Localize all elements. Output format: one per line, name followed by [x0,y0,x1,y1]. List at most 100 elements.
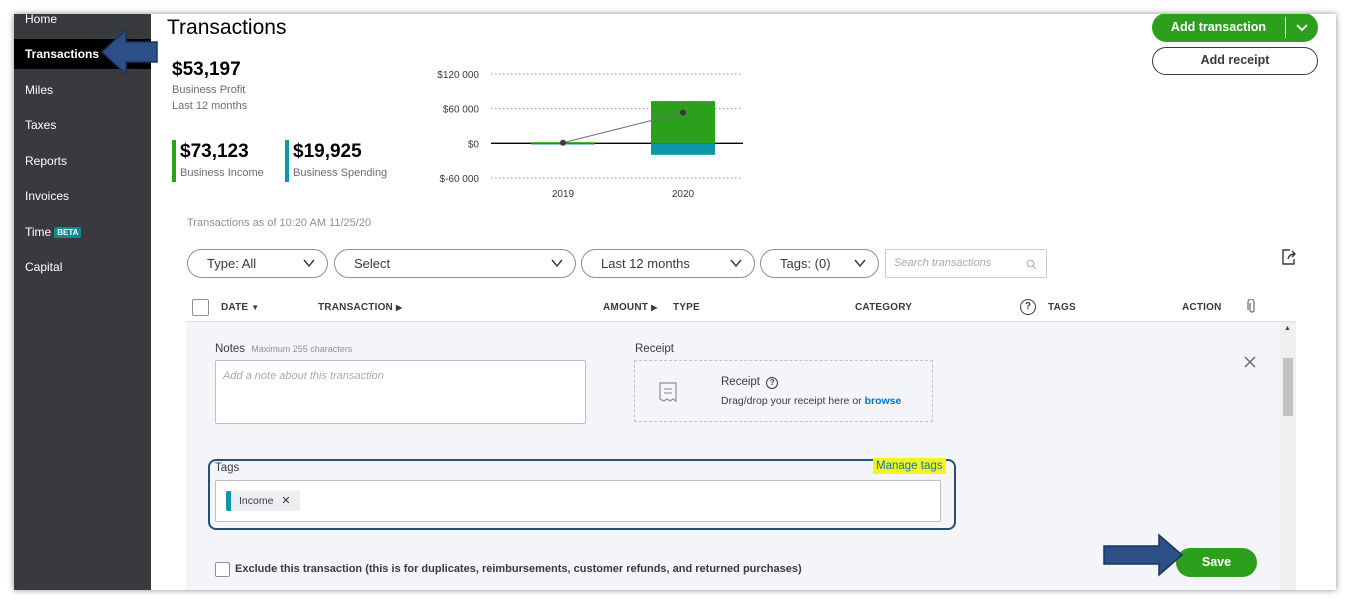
add-receipt-button[interactable]: Add receipt [1152,47,1318,75]
date-column-header[interactable]: DATE ▼ [221,302,259,313]
transaction-header-label: TRANSACTION [318,302,393,313]
amount-header-label: AMOUNT [603,302,649,313]
tags-label: Tags [215,462,240,474]
chevron-down-icon [1296,24,1308,32]
sidebar-item-label: Invoices [25,189,70,203]
type-filter-value: Type: All [207,256,257,271]
sort-right-icon: ▶ [651,303,658,312]
chevron-down-icon [730,259,742,268]
sidebar-item-label: Miles [25,83,54,97]
amount-column-header[interactable]: AMOUNT ▶ [603,302,657,313]
tags-input[interactable]: Income ✕ [215,480,941,522]
annotation-arrow-right-icon [1103,533,1184,577]
sidebar-item-label: Time [25,225,52,239]
sidebar-item-label: Taxes [25,118,57,132]
notes-placeholder: Add a note about this transaction [223,370,384,382]
spending-bar [651,143,715,155]
scrollbar-thumb[interactable] [1283,358,1293,416]
browse-link[interactable]: browse [865,395,902,407]
receipt-dropzone[interactable]: Receipt ? Drag/drop your receipt here or… [634,360,933,422]
add-transaction-dropdown[interactable] [1286,14,1318,42]
receipt-help: Drag/drop your receipt here or [721,395,862,407]
add-transaction-button[interactable]: Add transaction [1152,14,1318,42]
add-transaction-label: Add transaction [1170,20,1267,34]
sidebar-item-capital[interactable]: Capital [14,252,151,282]
search-icon [1026,259,1037,270]
receipt-title: Receipt ? [721,376,779,389]
profit-period: Last 12 months [172,100,248,112]
receipt-help-text: Drag/drop your receipt here or browse [721,395,901,407]
paperclip-icon [1247,299,1255,313]
y-tick-label: $120 000 [437,70,479,81]
tag-chip-label: Income [239,495,274,507]
close-icon[interactable] [1243,355,1257,369]
income-bar [651,101,715,144]
profit-value: $53,197 [172,59,241,80]
sort-right-icon: ▶ [395,303,403,312]
select-filter-dropdown[interactable]: Select [334,249,576,278]
sidebar-item-invoices[interactable]: Invoices [14,181,151,211]
profit-label: Business Profit [172,84,246,96]
chevron-down-icon [303,259,315,268]
profit-point [680,109,686,116]
beta-badge: BETA [54,227,82,239]
tag-chip: Income ✕ [226,491,300,511]
scrollbar[interactable]: ▲ [1280,322,1296,590]
search-transactions-input[interactable]: Search transactions [885,249,1047,278]
type-filter-dropdown[interactable]: Type: All [187,249,328,278]
y-tick-label: $-60 000 [440,174,480,185]
income-value: $73,123 [180,141,249,162]
transaction-column-header[interactable]: TRANSACTION ▶ [318,302,402,313]
receipt-title-text: Receipt [721,376,760,388]
receipt-icon [659,382,677,403]
sidebar: Home Transactions Miles Taxes Reports In… [14,14,151,590]
help-icon[interactable]: ? [1020,299,1036,315]
receipt-label: Receipt [635,343,674,355]
select-all-checkbox[interactable] [192,299,209,316]
notes-hint: Maximum 255 characters [251,344,353,354]
remove-tag-icon[interactable]: ✕ [281,495,290,507]
sidebar-item-time[interactable]: Time BETA [14,217,151,247]
action-column-header: ACTION [1182,302,1222,313]
notes-textarea[interactable]: Add a note about this transaction [215,360,586,424]
as-of-text: Transactions as of 10:20 AM 11/25/20 [187,217,372,229]
save-button[interactable]: Save [1176,548,1257,577]
spending-value: $19,925 [293,141,362,162]
chevron-down-icon [854,259,866,268]
income-label: Business Income [180,167,264,179]
x-tick-label: 2019 [552,189,575,200]
tags-filter-dropdown[interactable]: Tags: (0) [760,249,879,278]
tags-filter-value: Tags: (0) [780,256,831,271]
exclude-checkbox[interactable] [215,562,230,577]
date-header-label: DATE [221,302,249,313]
notes-label-text: Notes [215,343,246,355]
sort-down-icon: ▼ [251,303,260,312]
profit-point [560,139,566,146]
export-icon[interactable] [1280,248,1298,266]
sidebar-item-taxes[interactable]: Taxes [14,110,151,140]
sidebar-item-miles[interactable]: Miles [14,75,151,105]
period-filter-value: Last 12 months [601,256,690,271]
sidebar-item-label: Capital [25,260,63,274]
tag-chip-color [226,491,231,511]
manage-tags-link[interactable]: Manage tags [873,458,946,474]
income-color-bar [172,140,176,182]
period-filter-dropdown[interactable]: Last 12 months [581,249,755,278]
x-tick-label: 2020 [672,189,695,200]
scroll-up-icon[interactable]: ▲ [1284,325,1291,332]
help-icon[interactable]: ? [766,377,779,389]
y-tick-label: $0 [468,139,480,150]
notes-label: Notes Maximum 255 characters [215,343,352,355]
category-column-header[interactable]: CATEGORY [855,302,912,313]
type-column-header[interactable]: TYPE [673,302,700,313]
y-tick-label: $60 000 [443,105,480,116]
spending-color-bar [285,140,289,182]
spending-label: Business Spending [293,167,388,179]
sidebar-item-label: Reports [25,154,68,168]
sidebar-item-label: Home [25,14,58,26]
sidebar-item-label: Transactions [25,47,100,61]
main-content: Transactions Add transaction Add receipt… [151,14,1336,590]
search-placeholder: Search transactions [894,257,992,269]
page-title: Transactions [167,16,287,39]
sidebar-item-reports[interactable]: Reports [14,146,151,176]
